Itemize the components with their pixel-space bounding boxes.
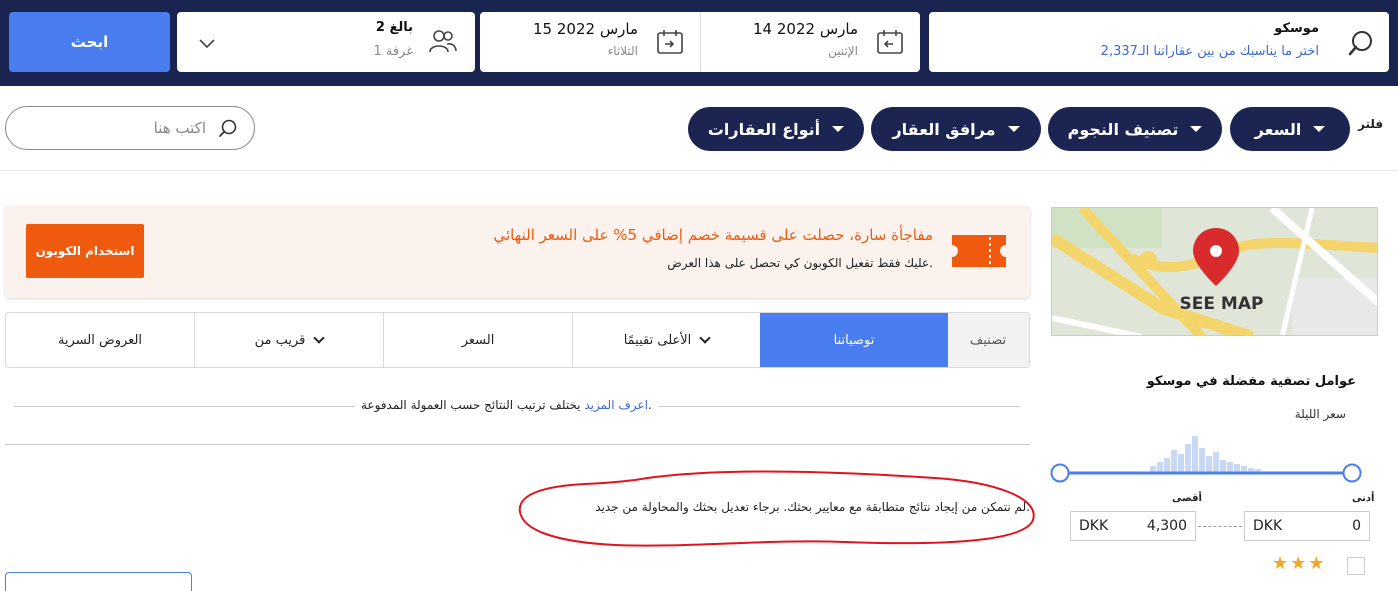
slider-handle-min[interactable] bbox=[1342, 463, 1362, 483]
coupon-title: مفاجأة سارة، حصلت على قسيمة خصم إضافي 5%… bbox=[493, 226, 933, 244]
chevron-down-icon[interactable] bbox=[199, 34, 215, 53]
search-header: موسكو اختر ما يناسبك من بين عقاراتنا الـ… bbox=[0, 0, 1398, 86]
checkin-field[interactable]: 14 مارس 2022 الإثنين bbox=[700, 12, 920, 72]
commission-notice: اعرف المزيد يختلف ترتيب النتائج حسب العم… bbox=[355, 398, 658, 412]
checkin-date: 14 مارس 2022 bbox=[753, 20, 858, 38]
rooms-count: 1 غرفة bbox=[373, 44, 413, 59]
date-range-field: 14 مارس 2022 الإثنين 15 مارس 2022 الثلاث… bbox=[480, 12, 920, 72]
popular-filters-title: عوامل تصفية مفضلة في موسكو bbox=[1146, 374, 1356, 389]
checkout-day: الثلاثاء bbox=[607, 44, 638, 58]
max-price-label: أقصى bbox=[1172, 493, 1202, 504]
search-button[interactable]: ابحث bbox=[9, 12, 170, 72]
sort-bar: تصنيف توصياتنا الأعلى تقييمًا السعر قريب… bbox=[5, 312, 1030, 368]
text-search-input[interactable]: اكتب هنا bbox=[5, 106, 255, 150]
sort-option-label: العروض السرية bbox=[57, 332, 143, 348]
sort-option-label: السعر bbox=[461, 332, 495, 348]
max-price-input[interactable]: DKK 4,300 bbox=[1070, 511, 1196, 541]
coupon-banner: مفاجأة سارة، حصلت على قسيمة خصم إضافي 5%… bbox=[5, 206, 1030, 298]
sort-option-price[interactable]: السعر bbox=[383, 313, 572, 367]
filter-stars-label: تصنيف النجوم bbox=[1067, 119, 1179, 139]
see-map-label: SEE MAP bbox=[1179, 294, 1264, 314]
search-icon bbox=[218, 119, 238, 143]
search-icon bbox=[1347, 29, 1375, 61]
three-star-rating: ★★★ bbox=[1272, 553, 1327, 574]
price-histogram-slider[interactable] bbox=[1050, 430, 1368, 486]
learn-more-link[interactable]: اعرف المزيد bbox=[584, 398, 648, 412]
price-range-dash bbox=[1198, 526, 1242, 527]
checkout-field[interactable]: 15 مارس 2022 الثلاثاء bbox=[480, 12, 700, 72]
filter-amenities-pill[interactable]: مرافق العقار bbox=[871, 107, 1041, 151]
calendar-checkin-icon bbox=[876, 29, 904, 59]
sort-option-secret-deals[interactable]: العروض السرية bbox=[6, 313, 194, 367]
no-results-message: لم نتمكن من إيجاد نتائج متطابقة مع معايي… bbox=[595, 500, 1030, 514]
min-price-label: أدنى bbox=[1352, 493, 1375, 504]
slider-handle-max[interactable] bbox=[1050, 463, 1070, 483]
adults-count: 2 بالغ bbox=[375, 20, 413, 35]
filter-property-types-pill[interactable]: أنواع العقارات bbox=[688, 107, 864, 151]
checkin-day: الإثنين bbox=[828, 44, 858, 58]
sort-option-near[interactable]: قريب من bbox=[194, 313, 383, 367]
caret-down-icon bbox=[1190, 126, 1203, 132]
caret-down-icon bbox=[832, 126, 845, 132]
filter-stars-pill[interactable]: تصنيف النجوم bbox=[1048, 107, 1222, 151]
sort-option-recommended[interactable]: توصياتنا bbox=[760, 313, 948, 367]
search-placeholder: اكتب هنا bbox=[153, 119, 206, 137]
see-map-button[interactable]: SEE MAP bbox=[1051, 207, 1378, 336]
filter-label: فلتر bbox=[1358, 117, 1384, 131]
max-price-value: 4,300 bbox=[1146, 518, 1187, 534]
sort-label: تصنيف bbox=[947, 313, 1029, 367]
filter-amenities-label: مرافق العقار bbox=[892, 119, 996, 139]
sort-option-label: الأعلى تقييمًا bbox=[623, 332, 692, 348]
section-divider bbox=[0, 170, 1398, 171]
sort-option-top-rated[interactable]: الأعلى تقييمًا bbox=[572, 313, 760, 367]
sort-option-label: قريب من bbox=[254, 332, 306, 348]
results-divider bbox=[5, 444, 1030, 445]
chevron-down-icon bbox=[313, 332, 326, 344]
calendar-checkout-icon bbox=[656, 29, 684, 59]
filter-price-label: السعر bbox=[1254, 119, 1302, 139]
min-price-value: 0 bbox=[1352, 518, 1361, 534]
price-per-night-label: سعر الليلة bbox=[1294, 407, 1346, 421]
checkout-date: 15 مارس 2022 bbox=[533, 20, 638, 38]
sort-option-label: توصياتنا bbox=[833, 332, 875, 348]
max-price-currency: DKK bbox=[1079, 518, 1109, 534]
filter-price-pill[interactable]: السعر bbox=[1230, 107, 1350, 151]
caret-down-icon bbox=[1313, 126, 1326, 132]
destination-title: موسكو bbox=[1274, 21, 1319, 36]
destination-field[interactable]: موسكو اختر ما يناسبك من بين عقاراتنا الـ… bbox=[929, 12, 1389, 72]
chevron-down-icon bbox=[699, 332, 711, 344]
three-star-checkbox[interactable] bbox=[1347, 557, 1365, 575]
result-card-partial[interactable] bbox=[5, 572, 192, 591]
caret-down-icon bbox=[1007, 126, 1020, 132]
min-price-input[interactable]: DKK 0 bbox=[1244, 511, 1370, 541]
destination-subtitle: اختر ما يناسبك من بين عقاراتنا الـ2,337 bbox=[1100, 44, 1319, 59]
map-thumbnail bbox=[1052, 208, 1377, 335]
price-histogram bbox=[1150, 436, 1261, 474]
filter-property-types-label: أنواع العقارات bbox=[707, 119, 821, 139]
coupon-subtitle: عليك فقط تفعيل الكوبون كي تحصل على هذا ا… bbox=[667, 256, 933, 270]
min-price-currency: DKK bbox=[1253, 518, 1283, 534]
guests-field[interactable]: 2 بالغ 1 غرفة bbox=[177, 12, 475, 72]
people-icon bbox=[429, 28, 457, 58]
use-coupon-button[interactable]: استخدام الكوبون bbox=[26, 224, 144, 278]
ticket-icon bbox=[950, 233, 1008, 273]
